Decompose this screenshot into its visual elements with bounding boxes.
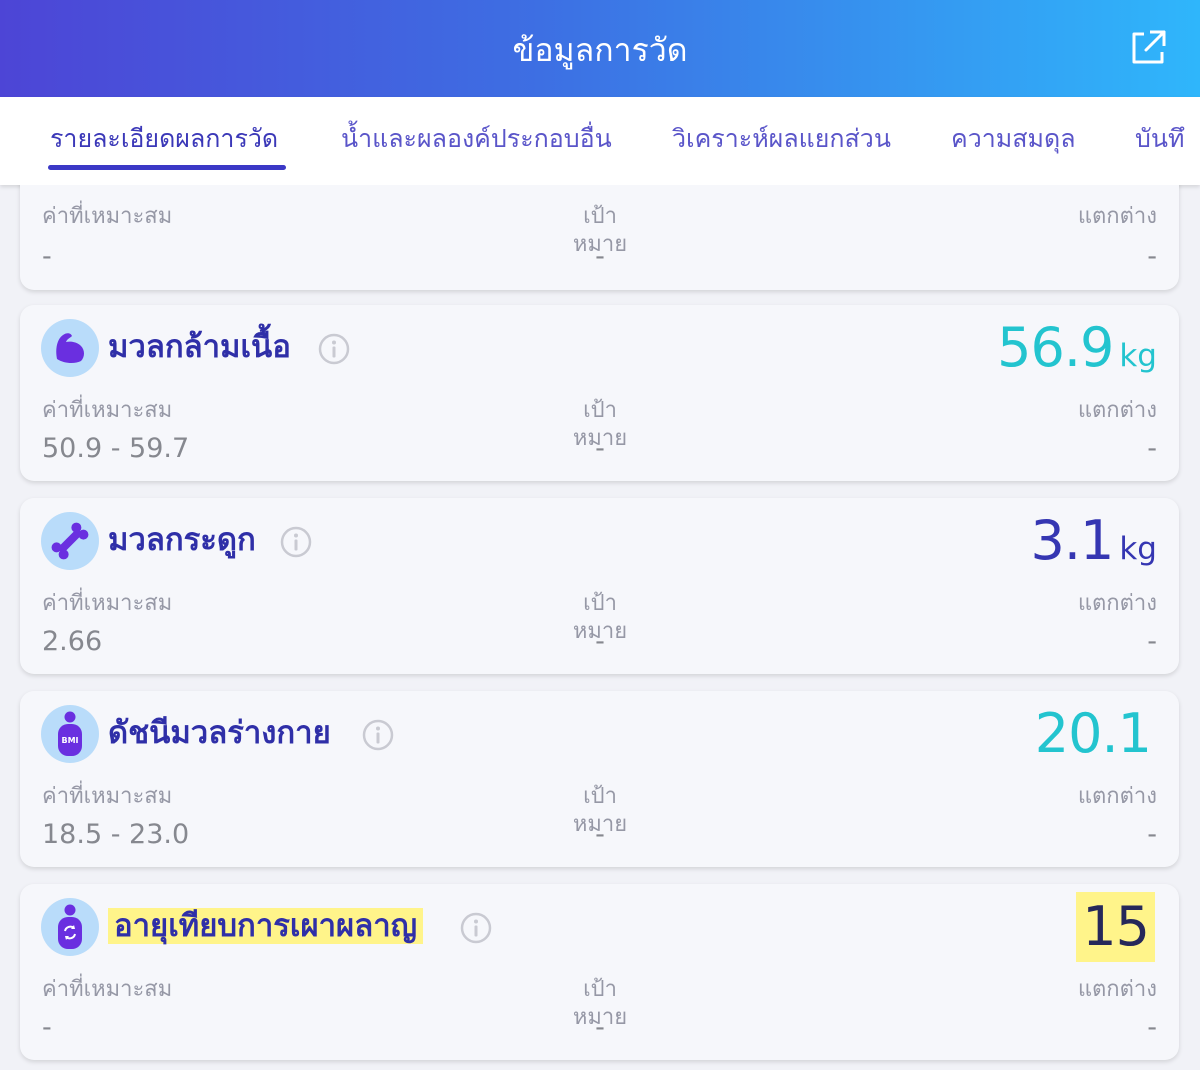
- highlighted-title: อายุเทียบการเผาผลาญ: [108, 908, 424, 944]
- value-number: 56.9: [997, 316, 1114, 379]
- app-header: ข้อมูลการวัด: [0, 0, 1200, 97]
- info-icon[interactable]: [280, 526, 312, 558]
- bmi-body-icon: BMI: [41, 705, 99, 763]
- difference-value: -: [1147, 819, 1157, 850]
- ideal-label: ค่าที่เหมาะสม: [42, 398, 173, 423]
- bone-icon: [41, 512, 99, 570]
- difference-label: แตกต่าง: [1077, 398, 1157, 423]
- card-title: มวลกระดูก: [108, 522, 256, 558]
- target-value: -: [595, 1012, 605, 1043]
- metric-value: 56.9 kg: [997, 313, 1157, 391]
- target-value: -: [595, 819, 605, 850]
- card-title: มวลกล้ามเนื้อ: [108, 329, 291, 365]
- metric-value: 3.1 kg: [1030, 506, 1157, 584]
- ideal-value: -: [42, 241, 52, 272]
- metric-card-partial[interactable]: ค่าที่เหมาะสม เป้าหมาย แตกต่าง - - -: [20, 185, 1179, 290]
- active-tab-indicator: [48, 165, 286, 170]
- info-icon[interactable]: [362, 719, 394, 751]
- tab-measurement-details[interactable]: รายละเอียดผลการวัด: [50, 121, 278, 157]
- metric-card-bone-mass[interactable]: มวลกระดูก 3.1 kg ค่าที่เหมาะสม เป้าหมาย …: [20, 498, 1179, 674]
- difference-label: แตกต่าง: [1077, 591, 1157, 616]
- tab-balance[interactable]: ความสมดุล: [951, 121, 1076, 157]
- difference-label: แตกต่าง: [1077, 204, 1157, 229]
- value-number: 15: [1076, 892, 1155, 962]
- metabolic-age-icon: [41, 898, 99, 956]
- muscle-icon: [41, 319, 99, 377]
- difference-label: แตกต่าง: [1077, 784, 1157, 809]
- ideal-label: ค่าที่เหมาะสม: [42, 204, 173, 229]
- tab-water-composition[interactable]: น้ำและผลองค์ประกอบอื่น: [341, 121, 612, 157]
- ideal-value: 50.9 - 59.7: [42, 433, 190, 464]
- info-icon[interactable]: [318, 333, 350, 365]
- value-number: 20.1: [1034, 702, 1152, 765]
- card-title: อายุเทียบการเผาผลาญ: [108, 904, 424, 948]
- ideal-value: 18.5 - 23.0: [42, 819, 190, 850]
- value-number: 3.1: [1030, 509, 1114, 572]
- metric-card-bmi[interactable]: BMI ดัชนีมวลร่างกาย 20.1 ค่าที่เหมาะสม เ…: [20, 691, 1179, 867]
- card-title: ดัชนีมวลร่างกาย: [108, 715, 331, 751]
- ideal-value: 2.66: [42, 626, 103, 657]
- target-value: -: [595, 433, 605, 464]
- ideal-label: ค่าที่เหมาะสม: [42, 591, 173, 616]
- difference-value: -: [1147, 241, 1157, 272]
- difference-value: -: [1147, 1012, 1157, 1043]
- difference-value: -: [1147, 433, 1157, 464]
- info-icon[interactable]: [460, 912, 492, 944]
- value-unit: kg: [1119, 531, 1157, 567]
- difference-value: -: [1147, 626, 1157, 657]
- target-value: -: [595, 626, 605, 657]
- ideal-value: -: [42, 1012, 52, 1043]
- tab-segmental-analysis[interactable]: วิเคราะห์ผลแยกส่วน: [672, 121, 891, 157]
- tab-notes[interactable]: บันทึ: [1135, 121, 1184, 157]
- bmi-icon-text: BMI: [61, 736, 78, 745]
- metric-value: 20.1: [1034, 699, 1152, 769]
- metric-card-metabolic-age[interactable]: อายุเทียบการเผาผลาญ 15 ค่าที่เหมาะสม เป้…: [20, 884, 1179, 1060]
- measurement-list[interactable]: ค่าที่เหมาะสม เป้าหมาย แตกต่าง - - - มวล…: [0, 185, 1200, 1070]
- ideal-label: ค่าที่เหมาะสม: [42, 977, 173, 1002]
- target-value: -: [595, 241, 605, 272]
- tab-bar: รายละเอียดผลการวัด น้ำและผลองค์ประกอบอื่…: [0, 97, 1200, 185]
- page-title: ข้อมูลการวัด: [512, 31, 688, 69]
- metric-value: 15: [1076, 892, 1155, 962]
- metric-card-muscle-mass[interactable]: มวลกล้ามเนื้อ 56.9 kg ค่าที่เหมาะสม เป้า…: [20, 305, 1179, 481]
- external-link-icon[interactable]: [1128, 28, 1168, 68]
- value-unit: kg: [1119, 338, 1157, 374]
- ideal-label: ค่าที่เหมาะสม: [42, 784, 173, 809]
- difference-label: แตกต่าง: [1077, 977, 1157, 1002]
